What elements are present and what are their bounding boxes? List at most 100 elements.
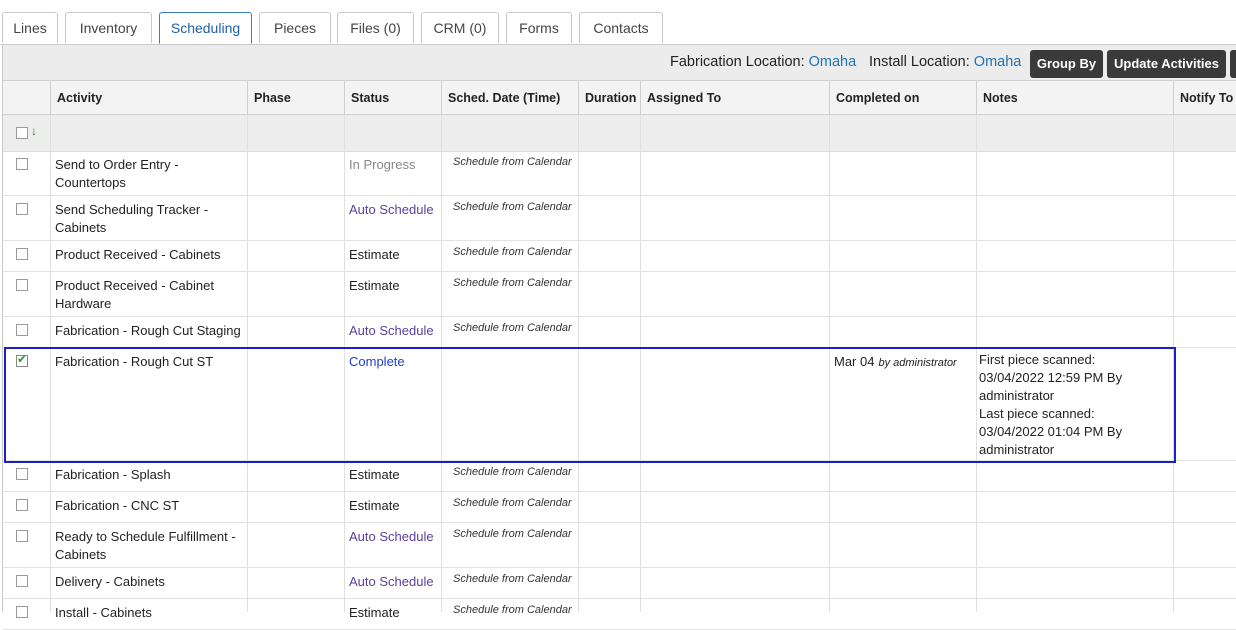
activity-name-line: Send Scheduling Tracker - [55,202,209,217]
table-row[interactable]: Fabrication - CNC ST Estimate Schedule fro… [3,492,1236,523]
header-status[interactable]: Status [345,81,442,115]
header-duration[interactable]: Duration [579,81,641,115]
schedule-link[interactable]: Schedule from Calendar [453,201,572,213]
table-row[interactable]: Install - Cabinets Estimate Schedule from … [3,599,1236,630]
row-checkbox[interactable] [16,606,28,618]
row-checkbox[interactable] [16,499,28,511]
notes-line: Last piece scanned: [979,406,1095,421]
table-row[interactable]: Send to Order Entry - Countertops In Progr… [3,151,1236,196]
table-header: Activity Phase Status Sched. Date (Time)… [3,80,1236,115]
status-text[interactable]: Auto Schedule [349,528,434,546]
fabrication-location-link[interactable]: Omaha [809,54,857,70]
activity-name[interactable]: Fabrication - Rough Cut Staging [55,322,245,340]
activity-name-line: Fabrication - Rough Cut ST [55,354,214,369]
status-text: Estimate [349,605,400,620]
activity-name[interactable]: Product Received - Cabinet Hardware [55,277,245,313]
activity-name[interactable]: Ready to Schedule Fulfillment - Cabinets [55,528,245,564]
status-text[interactable]: Auto Schedule [349,322,434,340]
tab-crm[interactable]: CRM (0) [421,12,499,43]
row-checkbox[interactable] [16,575,28,587]
notes-line: 03/04/2022 12:59 PM By [979,370,1123,385]
table-row[interactable]: ✔ Fabrication - Rough Cut ST Complete Mar 0… [3,348,1236,461]
schedule-link[interactable]: Schedule from Calendar [453,322,572,334]
toolbar: Fabrication Location: Omaha Install Loca… [3,45,1236,81]
activity-name-line: Cabinets [55,220,107,235]
schedule-link[interactable]: Schedule from Calendar [453,246,572,258]
notes-line: 03/04/2022 01:04 PM By [979,424,1123,439]
status-text[interactable]: In Progress [349,156,415,174]
schedule-link[interactable]: Schedule from Calendar [453,466,572,478]
activity-name[interactable]: Fabrication - Rough Cut ST [55,353,245,371]
activity-name[interactable]: Delivery - Cabinets [55,573,245,591]
schedule-link[interactable]: Schedule from Calendar [453,528,572,540]
row-checkbox[interactable] [16,468,28,480]
install-location-label: Install Location: [869,54,970,70]
tab-scheduling[interactable]: Scheduling [159,12,252,44]
notes-line: First piece scanned: [979,352,1096,367]
tab-pieces[interactable]: Pieces [259,12,331,43]
table-row[interactable]: Fabrication - Splash Estimate Schedule fro… [3,461,1236,492]
row-checkbox[interactable] [16,248,28,260]
header-activity[interactable]: Activity [51,81,248,115]
more-button[interactable] [1230,50,1236,78]
tab-contacts[interactable]: Contacts [579,12,663,43]
status-text[interactable]: Auto Schedule [349,201,434,219]
filter-row: ↓ [3,115,1236,152]
tab-bar: Lines Inventory Scheduling Pieces Files … [0,0,1236,45]
activity-name-line: Fabrication - Splash [55,467,171,482]
select-all-checkbox[interactable] [16,127,28,139]
schedule-link[interactable]: Schedule from Calendar [453,497,572,509]
activity-name[interactable]: Send to Order Entry - Countertops [55,156,245,192]
activity-name-line: Send to Order Entry - [55,157,179,172]
row-checkbox[interactable]: ✔ [16,352,28,367]
row-checkbox[interactable] [16,203,28,215]
tab-forms[interactable]: Forms [506,12,572,43]
activity-name-line: Delivery - Cabinets [55,574,165,589]
activity-name[interactable]: Install - Cabinets [55,604,245,622]
schedule-link[interactable]: Schedule from Calendar [453,156,572,168]
schedule-link[interactable]: Schedule from Calendar [453,277,572,289]
fabrication-location: Fabrication Location: Omaha [670,54,856,70]
activity-name-line: Product Received - Cabinet [55,278,214,293]
activity-name[interactable]: Fabrication - CNC ST [55,497,245,515]
row-checkbox[interactable] [16,324,28,336]
row-checkbox[interactable] [16,279,28,291]
table-row[interactable]: Ready to Schedule Fulfillment - Cabinets A… [3,523,1236,568]
activity-name[interactable]: Product Received - Cabinets [55,246,245,264]
status-text: Estimate [349,498,400,513]
tab-lines[interactable]: Lines [2,12,58,43]
table-row[interactable]: Product Received - Cabinets Estimate Sched… [3,241,1236,272]
status-text: Estimate [349,467,400,482]
status-text: Estimate [349,278,400,293]
activity-name-line: Cabinets [55,547,107,562]
update-activities-button[interactable]: Update Activities [1107,50,1226,78]
header-completed-on[interactable]: Completed on [830,81,977,115]
table-row[interactable]: Fabrication - Rough Cut Staging Auto Sche… [3,317,1236,348]
completed-date: Mar 04 [834,354,875,369]
schedule-link[interactable]: Schedule from Calendar [453,573,572,585]
row-checkbox[interactable] [16,530,28,542]
header-notes[interactable]: Notes [977,81,1174,115]
arrow-down-icon[interactable]: ↓ [31,124,37,138]
header-assigned-to[interactable]: Assigned To [641,81,830,115]
table-row[interactable]: Send Scheduling Tracker - Cabinets Auto Sc… [3,196,1236,241]
tab-files[interactable]: Files (0) [337,12,414,43]
schedule-link[interactable]: Schedule from Calendar [453,604,572,616]
activity-name[interactable]: Send Scheduling Tracker - Cabinets [55,201,245,237]
row-checkbox[interactable] [16,158,28,170]
header-sched-date[interactable]: Sched. Date (Time) [442,81,579,115]
checkmark-icon: ✔ [17,352,28,366]
activity-name[interactable]: Fabrication - Splash [55,466,245,484]
install-location-link[interactable]: Omaha [974,54,1022,70]
header-phase[interactable]: Phase [248,81,345,115]
header-notify-to[interactable]: Notify To [1174,81,1236,115]
status-text[interactable]: Auto Schedule [349,573,434,591]
table-row[interactable]: Delivery - Cabinets Auto Schedule Schedule… [3,568,1236,599]
status-text[interactable]: Complete [349,353,405,371]
table-row[interactable]: Product Received - Cabinet Hardware Estima… [3,272,1236,317]
tab-inventory[interactable]: Inventory [65,12,152,43]
group-by-button[interactable]: Group By [1030,50,1103,78]
notes-text: First piece scanned: 03/04/2022 12:59 PM … [979,351,1169,459]
activity-name-line: Hardware [55,296,112,311]
activity-name-line: Fabrication - CNC ST [55,498,180,513]
